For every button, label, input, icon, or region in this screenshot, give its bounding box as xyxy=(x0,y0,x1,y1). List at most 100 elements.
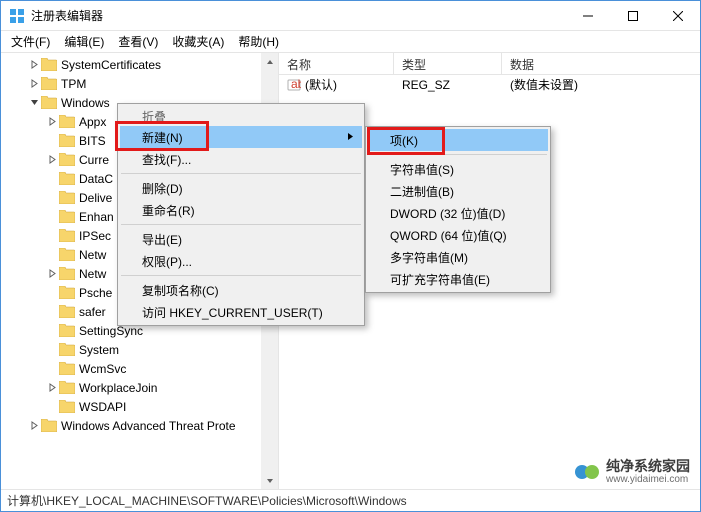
tree-item-label: Delive xyxy=(79,191,112,205)
expand-icon[interactable] xyxy=(27,60,41,69)
close-button[interactable] xyxy=(655,1,700,30)
context-menu-item[interactable]: DWORD (32 位)值(D) xyxy=(368,202,548,224)
context-menu-item[interactable]: 可扩充字符串值(E) xyxy=(368,268,548,290)
context-submenu-new: 项(K) 字符串值(S) 二进制值(B) DWORD (32 位)值(D) QWORD … xyxy=(365,126,551,293)
watermark-url: www.yidaimei.com xyxy=(606,474,690,485)
context-menu-item[interactable]: 二进制值(B) xyxy=(368,180,548,202)
folder-icon xyxy=(59,267,75,280)
menu-view[interactable]: 查看(V) xyxy=(112,31,164,52)
context-menu-label: 多字符串值(M) xyxy=(390,249,468,266)
tree-item-label: TPM xyxy=(61,77,86,91)
tree-item-label: IPSec xyxy=(79,229,111,243)
menu-edit[interactable]: 编辑(E) xyxy=(58,31,110,52)
folder-icon xyxy=(59,248,75,261)
expand-icon[interactable] xyxy=(45,269,59,278)
context-menu-item[interactable]: 复制项名称(C) xyxy=(120,279,362,301)
submenu-arrow-icon xyxy=(347,130,354,144)
context-menu-label: 导出(E) xyxy=(142,231,182,248)
col-data[interactable]: 数据 xyxy=(502,53,700,74)
tree-item-label: SystemCertificates xyxy=(61,58,161,72)
expand-icon[interactable] xyxy=(45,117,59,126)
value-name: (默认) xyxy=(305,76,337,93)
scroll-up-icon[interactable] xyxy=(261,53,278,70)
context-menu-item[interactable]: 字符串值(S) xyxy=(368,158,548,180)
context-menu-label: 删除(D) xyxy=(142,180,183,197)
tree-item[interactable]: WcmSvc xyxy=(1,359,278,378)
context-menu-label: 权限(P)... xyxy=(142,253,192,270)
registry-editor-window: 注册表编辑器 文件(F) 编辑(E) 查看(V) 收藏夹(A) 帮助(H) Sy… xyxy=(0,0,701,512)
string-value-icon: ab xyxy=(287,78,301,92)
minimize-button[interactable] xyxy=(565,1,610,30)
folder-icon xyxy=(59,324,75,337)
tree-item-label: safer xyxy=(79,305,106,319)
col-type[interactable]: 类型 xyxy=(394,53,502,74)
app-icon xyxy=(9,8,25,24)
tree-item-label: DataC xyxy=(79,172,113,186)
tree-item[interactable]: System xyxy=(1,340,278,359)
context-menu-label: 二进制值(B) xyxy=(390,183,454,200)
context-menu-label: 复制项名称(C) xyxy=(142,282,219,299)
tree-item-label: Netw xyxy=(79,267,106,281)
maximize-button[interactable] xyxy=(610,1,655,30)
context-menu-label: 重命名(R) xyxy=(142,202,195,219)
tree-item-label: WcmSvc xyxy=(79,362,126,376)
titlebar: 注册表编辑器 xyxy=(1,1,700,31)
folder-icon xyxy=(59,381,75,394)
window-title: 注册表编辑器 xyxy=(31,7,565,24)
expand-icon[interactable] xyxy=(27,79,41,88)
context-menu-label: 查找(F)... xyxy=(142,151,191,168)
tree-item-label: Psche xyxy=(79,286,112,300)
watermark-logo-icon xyxy=(574,459,600,485)
list-row[interactable]: ab(默认)REG_SZ(数值未设置) xyxy=(279,75,700,94)
menubar: 文件(F) 编辑(E) 查看(V) 收藏夹(A) 帮助(H) xyxy=(1,31,700,53)
folder-icon xyxy=(59,305,75,318)
tree-item[interactable]: WSDAPI xyxy=(1,397,278,416)
context-menu-item[interactable]: QWORD (64 位)值(Q) xyxy=(368,224,548,246)
expand-icon[interactable] xyxy=(45,383,59,392)
context-menu-item[interactable]: 查找(F)... xyxy=(120,148,362,170)
watermark: 纯净系统家园 www.yidaimei.com xyxy=(574,459,690,485)
context-menu-item[interactable]: 权限(P)... xyxy=(120,250,362,272)
context-menu-label: 访问 HKEY_CURRENT_USER(T) xyxy=(142,304,323,321)
tree-item[interactable]: TPM xyxy=(1,74,278,93)
folder-icon xyxy=(59,400,75,413)
context-menu-item[interactable]: 多字符串值(M) xyxy=(368,246,548,268)
context-menu-separator xyxy=(121,275,361,276)
context-menu-label: 项(K) xyxy=(390,132,418,149)
tree-item-label: Curre xyxy=(79,153,109,167)
menu-file[interactable]: 文件(F) xyxy=(5,31,56,52)
scroll-down-icon[interactable] xyxy=(261,472,278,489)
tree-item[interactable]: SystemCertificates xyxy=(1,55,278,74)
svg-text:ab: ab xyxy=(291,78,301,91)
column-headers: 名称 类型 数据 xyxy=(279,53,700,75)
context-menu-label: 新建(N) xyxy=(142,129,183,146)
expand-icon[interactable] xyxy=(27,98,41,107)
tree-item-label: Enhan xyxy=(79,210,114,224)
context-menu-item[interactable]: 删除(D) xyxy=(120,177,362,199)
tree-item-label: Windows Advanced Threat Prote xyxy=(61,419,236,433)
context-menu-item[interactable]: 访问 HKEY_CURRENT_USER(T) xyxy=(120,301,362,323)
expand-icon[interactable] xyxy=(45,155,59,164)
expand-icon[interactable] xyxy=(27,421,41,430)
context-menu-separator xyxy=(369,154,547,155)
context-menu-item[interactable]: 项(K) xyxy=(368,129,548,151)
context-menu-item[interactable]: 重命名(R) xyxy=(120,199,362,221)
folder-icon xyxy=(41,96,57,109)
context-menu-label: 可扩充字符串值(E) xyxy=(390,271,490,288)
context-menu-label: DWORD (32 位)值(D) xyxy=(390,205,505,222)
tree-item[interactable]: WorkplaceJoin xyxy=(1,378,278,397)
folder-icon xyxy=(59,153,75,166)
folder-icon xyxy=(59,229,75,242)
folder-icon xyxy=(59,210,75,223)
tree-item-label: Netw xyxy=(79,248,106,262)
menu-favorites[interactable]: 收藏夹(A) xyxy=(166,31,230,52)
window-controls xyxy=(565,1,700,30)
tree-item[interactable]: Windows Advanced Threat Prote xyxy=(1,416,278,435)
folder-icon xyxy=(59,172,75,185)
menu-help[interactable]: 帮助(H) xyxy=(232,31,285,52)
watermark-title: 纯净系统家园 xyxy=(606,459,690,474)
context-menu-item[interactable]: 新建(N) xyxy=(120,126,362,148)
col-name[interactable]: 名称 xyxy=(279,53,394,74)
context-menu-item[interactable]: 导出(E) xyxy=(120,228,362,250)
value-data: (数值未设置) xyxy=(502,76,700,93)
